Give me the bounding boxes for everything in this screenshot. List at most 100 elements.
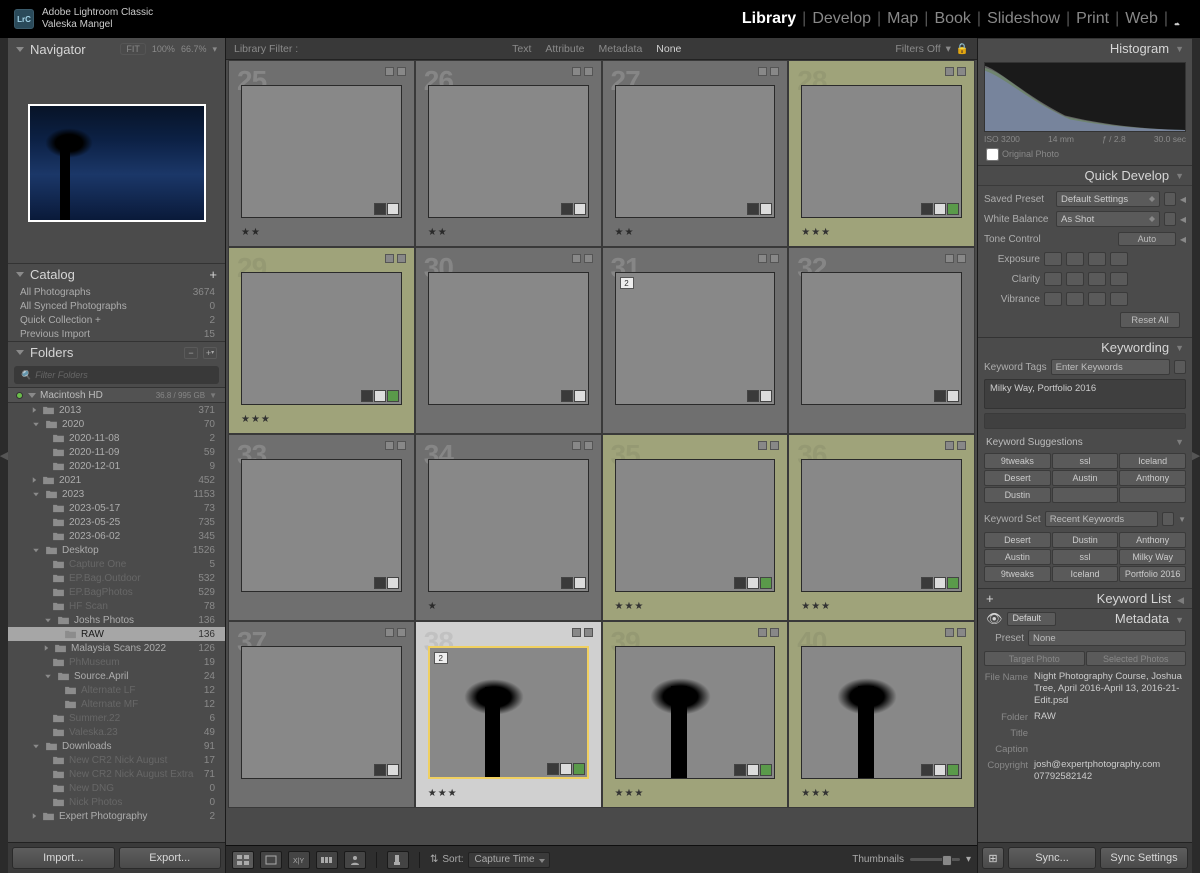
- nav-zoom-menu-icon[interactable]: ▾: [212, 44, 217, 55]
- folder-row[interactable]: 2023-06-02345: [8, 529, 225, 543]
- folder-row[interactable]: Valeska.2349: [8, 725, 225, 739]
- flag-icon[interactable]: [758, 67, 767, 76]
- flag-icon[interactable]: [572, 628, 581, 637]
- folder-row[interactable]: Malaysia Scans 2022126: [8, 641, 225, 655]
- grid-cell[interactable]: 35 ★★★: [602, 434, 789, 621]
- flag-icon[interactable]: [957, 628, 966, 637]
- kw-set-dropdown[interactable]: Recent Keywords: [1045, 511, 1158, 527]
- flag-icon[interactable]: [945, 628, 954, 637]
- kw-suggestion-chip[interactable]: Anthony: [1119, 470, 1186, 486]
- stack-badge[interactable]: 2: [620, 277, 634, 289]
- folders-plus-button[interactable]: +▾: [203, 347, 217, 359]
- thumbnail-image[interactable]: [801, 272, 962, 405]
- flag-icon[interactable]: [584, 628, 593, 637]
- flag-icon[interactable]: [385, 254, 394, 263]
- thumbnail-image[interactable]: [615, 85, 776, 218]
- grid-cell[interactable]: 38 2 ★★★: [415, 621, 602, 808]
- flag-icon[interactable]: [758, 628, 767, 637]
- keywording-header[interactable]: Keywording▼: [978, 337, 1192, 357]
- thumbnail-size-slider[interactable]: [910, 858, 960, 861]
- catalog-add-icon[interactable]: +: [209, 267, 217, 282]
- kw-set-chip[interactable]: Portfolio 2016: [1119, 566, 1186, 582]
- histogram-header[interactable]: Histogram▼: [978, 38, 1192, 58]
- module-print[interactable]: Print: [1070, 10, 1115, 28]
- export-button[interactable]: Export...: [119, 847, 222, 869]
- badge-icon[interactable]: [747, 764, 759, 776]
- flag-icon[interactable]: [572, 254, 581, 263]
- meta-target-button[interactable]: Target Photo: [984, 651, 1085, 666]
- qd-exp-dec1[interactable]: [1066, 252, 1084, 266]
- grid-cell[interactable]: 33: [228, 434, 415, 621]
- right-panel-handle[interactable]: ▶: [1192, 38, 1200, 873]
- kw-set-menu[interactable]: [1162, 512, 1174, 526]
- rating-stars[interactable]: ★: [428, 601, 438, 612]
- rating-stars[interactable]: ★★★: [615, 601, 645, 612]
- sort-direction-icon[interactable]: ⇅: [430, 854, 438, 865]
- flag-icon[interactable]: [945, 441, 954, 450]
- rating-stars[interactable]: ★★: [428, 227, 448, 238]
- module-develop[interactable]: Develop: [806, 10, 877, 28]
- folders-header[interactable]: Folders − +▾: [8, 341, 225, 363]
- kw-suggestion-chip[interactable]: ssl: [1052, 453, 1119, 469]
- qd-cla-dec1[interactable]: [1066, 272, 1084, 286]
- thumbnail-image[interactable]: [615, 646, 776, 779]
- folder-row[interactable]: 2013371: [8, 403, 225, 417]
- badge-icon[interactable]: [947, 577, 959, 589]
- flag-icon[interactable]: [758, 254, 767, 263]
- folder-row[interactable]: 202070: [8, 417, 225, 431]
- badge-icon[interactable]: [934, 577, 946, 589]
- kw-sugg-disclose-icon[interactable]: ▼: [1175, 437, 1184, 448]
- qd-wb-reset[interactable]: [1164, 212, 1176, 226]
- navigator-preview[interactable]: [8, 60, 225, 263]
- grid-cell[interactable]: 30: [415, 247, 602, 434]
- kw-set-chip[interactable]: Anthony: [1119, 532, 1186, 548]
- qd-preset-disclose-icon[interactable]: ◀: [1180, 195, 1186, 204]
- filter-attribute[interactable]: Attribute: [545, 43, 584, 55]
- qd-wb-disclose-icon[interactable]: ◀: [1180, 215, 1186, 224]
- folder-row[interactable]: HF Scan78: [8, 599, 225, 613]
- kw-suggestion-chip[interactable]: 9tweaks: [984, 453, 1051, 469]
- badge-icon[interactable]: [574, 390, 586, 402]
- grid-cell[interactable]: 31 2: [602, 247, 789, 434]
- qd-auto-button[interactable]: Auto: [1118, 232, 1176, 246]
- folder-row[interactable]: 2020-11-0959: [8, 445, 225, 459]
- folder-row[interactable]: Alternate LF12: [8, 683, 225, 697]
- badge-icon[interactable]: [560, 763, 572, 775]
- badge-icon[interactable]: [387, 390, 399, 402]
- folder-row[interactable]: Alternate MF12: [8, 697, 225, 711]
- filters-off-menu-icon[interactable]: ▾: [946, 43, 951, 55]
- original-photo-toggle[interactable]: Original Photo: [978, 148, 1192, 165]
- flag-icon[interactable]: [957, 441, 966, 450]
- folder-row[interactable]: Downloads91: [8, 739, 225, 753]
- flag-icon[interactable]: [397, 628, 406, 637]
- metadata-row[interactable]: Caption: [978, 741, 1192, 757]
- folder-row[interactable]: EP.Bag.Outdoor532: [8, 571, 225, 585]
- nav-zoom-custom[interactable]: 66.7%: [181, 44, 207, 54]
- badge-icon[interactable]: [921, 203, 933, 215]
- badge-icon[interactable]: [747, 577, 759, 589]
- catalog-item[interactable]: All Photographs3674: [8, 285, 225, 299]
- filter-lock-icon[interactable]: 🔒: [956, 42, 969, 55]
- rating-stars[interactable]: ★★★: [241, 414, 271, 425]
- badge-icon[interactable]: [574, 203, 586, 215]
- folder-row[interactable]: New CR2 Nick August17: [8, 753, 225, 767]
- kw-set-chip[interactable]: Austin: [984, 549, 1051, 565]
- volume-row[interactable]: Macintosh HD 36.8 / 995 GB ▼: [8, 387, 225, 403]
- thumbnail-image[interactable]: [241, 646, 402, 779]
- badge-icon[interactable]: [747, 390, 759, 402]
- thumbnail-image[interactable]: [241, 272, 402, 405]
- rating-stars[interactable]: ★★★: [801, 601, 831, 612]
- qd-cla-inc2[interactable]: [1110, 272, 1128, 286]
- toolbar-menu-icon[interactable]: ▾: [966, 854, 971, 865]
- flag-icon[interactable]: [945, 254, 954, 263]
- badge-icon[interactable]: [947, 764, 959, 776]
- catalog-header[interactable]: Catalog +: [8, 263, 225, 285]
- folder-row[interactable]: New CR2 Nick August Extra71: [8, 767, 225, 781]
- qd-preset-reset[interactable]: [1164, 192, 1176, 206]
- badge-icon[interactable]: [387, 764, 399, 776]
- qd-cla-dec2[interactable]: [1044, 272, 1062, 286]
- grid-cell[interactable]: 26 ★★: [415, 60, 602, 247]
- module-web[interactable]: Web: [1119, 10, 1164, 28]
- badge-icon[interactable]: [934, 203, 946, 215]
- badge-icon[interactable]: [734, 764, 746, 776]
